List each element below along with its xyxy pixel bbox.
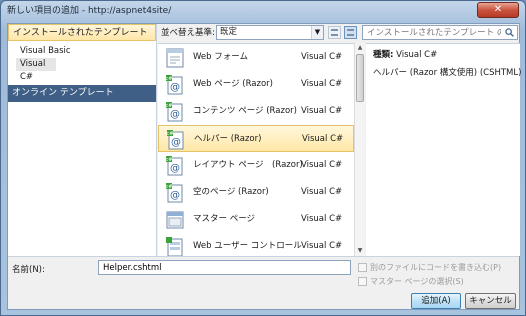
scroll-up-arrow-icon[interactable]: ▲ xyxy=(355,43,365,53)
bottom-area: 名前(N): 別のファイルにコードを書き込む(P) マスター ページの選択(S)… xyxy=(8,256,519,309)
installed-templates-header[interactable]: インストールされたテンプレート xyxy=(8,24,156,41)
template-name: 空のページ (Razor) xyxy=(193,187,269,197)
svg-text:@: @ xyxy=(171,137,181,148)
small-icons-view-button[interactable] xyxy=(328,26,341,39)
type-label: 種類: xyxy=(373,50,394,60)
details-view-button[interactable] xyxy=(344,26,357,39)
type-value: Visual C# xyxy=(396,50,438,60)
template-language: Visual C# xyxy=(301,79,343,89)
template-name: Web フォーム xyxy=(193,52,248,62)
template-row-helper-razor[interactable]: @ c# ヘルパー (Razor) Visual C# xyxy=(158,125,354,152)
razor-page-icon: @ c# xyxy=(166,156,183,176)
dialog-body: インストールされたテンプレート Visual Basic Visual C# オ… xyxy=(7,23,522,310)
svg-text:c#: c# xyxy=(166,184,172,190)
category-pane: インストールされたテンプレート Visual Basic Visual C# オ… xyxy=(8,24,157,256)
search-icon[interactable] xyxy=(505,28,514,37)
type-row: 種類: Visual C# xyxy=(373,48,437,60)
name-field[interactable] xyxy=(98,260,351,275)
close-button[interactable]: ✕ xyxy=(477,2,519,18)
sort-dropdown[interactable]: 既定 ▼ xyxy=(216,25,324,40)
name-label: 名前(N): xyxy=(12,265,45,275)
svg-text:@: @ xyxy=(170,82,180,93)
template-row-layout-page-razor[interactable]: @ c# レイアウト ページ (Razor) Visual C# xyxy=(158,152,354,179)
template-row-master-page[interactable]: マスター ページ Visual C# xyxy=(158,206,354,233)
svg-text:c#: c# xyxy=(166,103,172,109)
template-row-web-user-control[interactable]: Web ユーザー コントロール Visual C# xyxy=(158,233,354,256)
title-bar: 新しい項目の追加 - http://aspnet4site/ ✕ xyxy=(1,1,525,23)
template-row-web-form[interactable]: Web フォーム Visual C# xyxy=(158,44,354,71)
checkbox-box[interactable] xyxy=(358,277,367,286)
template-language: Visual C# xyxy=(301,106,343,116)
svg-text:@: @ xyxy=(170,109,180,120)
checkbox-box[interactable] xyxy=(358,263,367,272)
svg-text:c#: c# xyxy=(166,157,172,163)
checkbox-label: 別のファイルにコードを書き込む(P) xyxy=(370,263,502,272)
template-list: Web フォーム Visual C# @ c# Web ページ (Razor) … xyxy=(158,43,354,256)
sort-value: 既定 xyxy=(220,27,238,37)
razor-page-icon: @ c# xyxy=(167,130,184,150)
template-name: コンテンツ ページ (Razor) xyxy=(193,106,297,116)
svg-text:@: @ xyxy=(170,163,180,174)
razor-page-icon: @ c# xyxy=(166,102,183,122)
search-box[interactable] xyxy=(362,25,518,40)
list-icon xyxy=(347,29,354,36)
scroll-down-arrow-icon[interactable]: ▼ xyxy=(355,246,365,256)
template-name: Web ユーザー コントロール xyxy=(193,241,302,251)
razor-page-icon: @ c# xyxy=(166,75,183,95)
cancel-button[interactable]: キャンセル xyxy=(465,293,516,309)
category-visual-basic[interactable]: Visual Basic xyxy=(8,45,156,58)
close-icon: ✕ xyxy=(493,4,503,15)
chevron-down-icon: ▼ xyxy=(311,26,323,39)
sort-label: 並べ替え基準: xyxy=(161,28,215,38)
template-name: レイアウト ページ (Razor) xyxy=(193,160,303,170)
template-row-empty-page-razor[interactable]: @ c# 空のページ (Razor) Visual C# xyxy=(158,179,354,206)
window-title: 新しい項目の追加 - http://aspnet4site/ xyxy=(7,6,172,16)
template-language: Visual C# xyxy=(301,214,343,224)
template-language: Visual C# xyxy=(301,241,343,251)
template-language: Visual C# xyxy=(302,134,344,144)
template-list-scrollbar[interactable]: ▲ ▼ xyxy=(354,43,365,256)
separate-file-checkbox[interactable]: 別のファイルにコードを書き込む(P) xyxy=(358,262,501,273)
web-form-icon xyxy=(166,48,184,68)
template-language: Visual C# xyxy=(301,52,343,62)
scroll-thumb[interactable] xyxy=(356,54,364,102)
template-name: ヘルパー (Razor) xyxy=(194,134,262,144)
checkbox-label: マスター ページの選択(S) xyxy=(370,277,464,286)
details-pane: 種類: Visual C# ヘルパー (Razor 構文使用) (CSHTML) xyxy=(366,43,522,256)
add-button[interactable]: 追加(A) xyxy=(411,293,461,309)
online-templates-header[interactable]: オンライン テンプレート xyxy=(8,85,156,102)
user-control-icon xyxy=(166,237,183,256)
search-input[interactable] xyxy=(363,26,501,39)
razor-page-icon: @ c# xyxy=(166,183,183,203)
svg-text:@: @ xyxy=(170,190,180,201)
master-page-checkbox[interactable]: マスター ページの選択(S) xyxy=(358,276,464,287)
template-name: Web ページ (Razor) xyxy=(193,79,273,89)
grid-icon xyxy=(331,29,338,36)
svg-text:c#: c# xyxy=(166,76,172,82)
add-new-item-dialog: 新しい項目の追加 - http://aspnet4site/ ✕ インストールさ… xyxy=(0,0,526,316)
template-name: マスター ページ xyxy=(193,214,256,224)
template-description: ヘルパー (Razor 構文使用) (CSHTML) xyxy=(373,68,522,78)
template-language: Visual C# xyxy=(301,187,343,197)
template-row-content-page-razor[interactable]: @ c# コンテンツ ページ (Razor) Visual C# xyxy=(158,98,354,125)
master-page-icon xyxy=(166,211,184,229)
category-visual-csharp[interactable]: Visual C# xyxy=(16,58,56,82)
svg-text:c#: c# xyxy=(167,131,173,137)
template-row-web-page-razor[interactable]: @ c# Web ページ (Razor) Visual C# xyxy=(158,71,354,98)
template-language: Visual C# xyxy=(301,160,343,170)
